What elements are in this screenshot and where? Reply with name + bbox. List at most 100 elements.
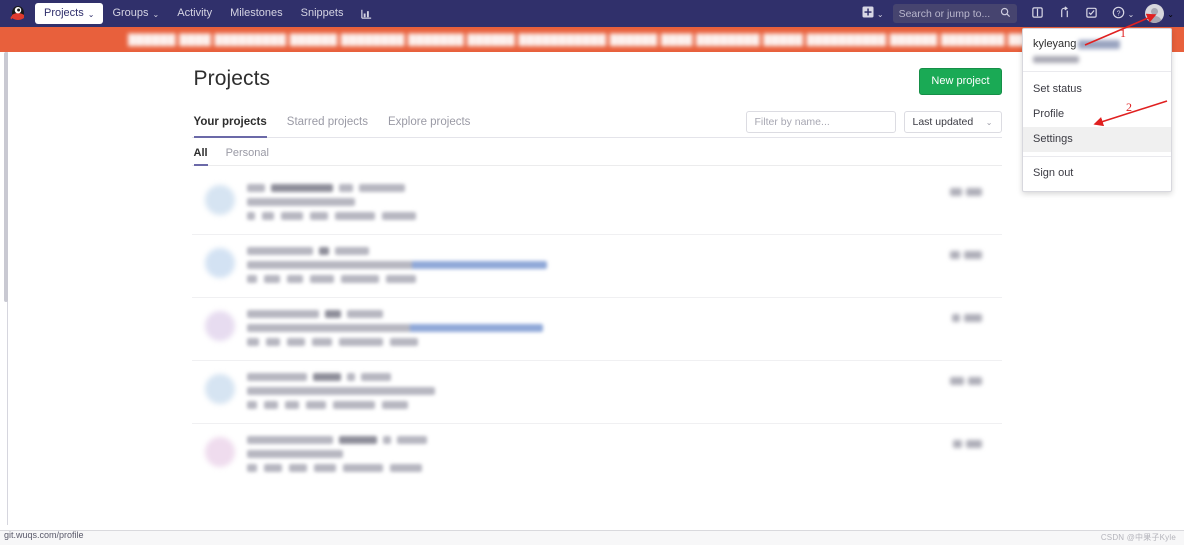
nav-item-groups-label: Groups: [112, 7, 149, 19]
project-meta-redacted: [246, 338, 1002, 346]
subtab-all[interactable]: All: [192, 147, 217, 166]
project-avatar: [204, 185, 235, 215]
nav-item-milestones[interactable]: Milestones: [221, 3, 292, 24]
status-bar-url: git.wuqs.com/profile: [4, 530, 84, 540]
project-info: [246, 435, 1002, 472]
project-meta-redacted: [246, 401, 1002, 409]
tab-starred-projects-label: Starred projects: [286, 116, 368, 128]
help-question-icon: ?: [1112, 6, 1125, 22]
project-subtabs: All Personal: [191, 140, 1002, 166]
tab-your-projects[interactable]: Your projects: [192, 116, 277, 138]
nav-item-activity-label: Activity: [177, 7, 213, 19]
issues-button[interactable]: [1024, 2, 1051, 26]
subtab-all-label: All: [193, 147, 208, 159]
browser-status-bar: git.wuqs.com/profile CSDN @中果子Kyle: [0, 530, 1184, 545]
nav-item-milestones-label: Milestones: [230, 7, 283, 19]
left-rail: [0, 52, 8, 525]
project-info: [246, 309, 1002, 346]
broadcast-banner-text: ██████ ████ █████████ ██████ ████████ ██…: [127, 33, 1057, 46]
project-list-item[interactable]: [191, 172, 1002, 235]
chevron-down-icon: ⌄: [876, 9, 884, 19]
sort-dropdown[interactable]: Last updated ⌄: [903, 111, 1002, 133]
project-info: [246, 246, 1002, 283]
search-placeholder: Search or jump to...: [898, 7, 991, 20]
chevron-down-icon: ⌄: [87, 9, 95, 19]
project-stats-redacted: [951, 314, 982, 322]
user-avatar-icon: [1145, 4, 1165, 23]
nav-item-snippets-label: Snippets: [300, 7, 344, 19]
tab-explore-projects[interactable]: Explore projects: [378, 116, 480, 137]
project-list-item[interactable]: [191, 298, 1002, 361]
navbar-right-actions: ⌄ Search or jump to... ? ⌄ ⌄: [855, 0, 1178, 27]
project-avatar: [204, 311, 235, 341]
merge-requests-button[interactable]: [1051, 2, 1078, 26]
project-stats-redacted: [949, 377, 982, 385]
project-description-redacted: [246, 324, 543, 332]
username-redacted: [1078, 39, 1121, 49]
project-meta-redacted: [246, 464, 1002, 472]
project-list-item[interactable]: [191, 361, 1002, 424]
nav-item-snippets[interactable]: Snippets: [292, 3, 353, 24]
help-button[interactable]: ? ⌄: [1105, 2, 1142, 26]
annotation-number-1: 1: [1120, 26, 1126, 40]
tab-your-projects-label: Your projects: [193, 116, 267, 128]
menu-item-settings[interactable]: Settings: [1023, 127, 1171, 152]
new-project-button[interactable]: New project: [919, 68, 1002, 95]
project-info: [246, 372, 1002, 409]
todos-button[interactable]: [1078, 2, 1105, 26]
tab-explore-projects-label: Explore projects: [387, 116, 471, 128]
search-input[interactable]: Search or jump to...: [892, 4, 1017, 23]
chevron-down-icon: ⌄: [1167, 9, 1174, 19]
project-title-redacted: [246, 373, 1002, 381]
nav-item-activity[interactable]: Activity: [168, 3, 221, 24]
merge-request-icon: [1058, 5, 1071, 22]
sort-value: Last updated: [912, 116, 974, 128]
project-description-redacted: [246, 198, 355, 206]
nav-item-projects[interactable]: Projects ⌄: [35, 3, 104, 24]
subtab-personal[interactable]: Personal: [217, 147, 278, 165]
project-description-redacted: [246, 450, 343, 458]
nav-item-projects-label: Projects: [44, 7, 84, 19]
chevron-down-icon: ⌄: [1127, 9, 1135, 19]
gitlab-custom-logo-icon[interactable]: [7, 3, 29, 25]
project-tabs: Your projects Starred projects Explore p…: [191, 109, 1002, 138]
project-list: [191, 172, 1002, 487]
page-title: Projects: [193, 67, 271, 90]
project-description-redacted: [246, 261, 547, 269]
project-info: [246, 183, 1002, 220]
filter-placeholder: Filter by name...: [754, 116, 830, 128]
watermark-text: CSDN @中果子Kyle: [1100, 533, 1176, 542]
project-meta-redacted: [246, 212, 1002, 220]
filter-by-name-input[interactable]: Filter by name...: [745, 111, 896, 133]
project-stats-redacted: [949, 188, 982, 196]
project-stats-redacted: [952, 440, 982, 448]
subtab-personal-label: Personal: [225, 147, 269, 159]
tab-starred-projects[interactable]: Starred projects: [277, 116, 378, 137]
user-menu-button[interactable]: ⌄: [1141, 2, 1178, 25]
new-dropdown-button[interactable]: ⌄: [855, 2, 891, 25]
page-header: Projects New project: [192, 66, 1002, 95]
analytics-chart-icon[interactable]: [352, 3, 381, 24]
divider: [1023, 156, 1171, 157]
issues-icon: [1031, 6, 1044, 22]
project-list-item[interactable]: [192, 424, 1002, 487]
svg-text:?: ?: [1116, 10, 1120, 17]
browser-page: Projects ⌄ Groups ⌄ Activity Milestones …: [0, 0, 1184, 545]
user-dropdown-menu: kyleyang Set status Profile Settings Sig…: [1022, 28, 1172, 192]
user-dropdown-items: Set status Profile Settings Sign out: [1023, 72, 1171, 191]
main-content: Projects New project Your projects Starr…: [9, 52, 1184, 525]
menu-item-set-status[interactable]: Set status: [1023, 77, 1171, 102]
search-icon: [1000, 5, 1011, 23]
project-title-redacted: [246, 184, 1002, 192]
nav-item-groups[interactable]: Groups ⌄: [103, 3, 168, 24]
annotation-number-2: 2: [1126, 100, 1132, 114]
project-list-item[interactable]: [191, 235, 1002, 298]
todos-checkmark-icon: [1085, 6, 1098, 22]
top-navbar: Projects ⌄ Groups ⌄ Activity Milestones …: [0, 0, 1184, 27]
menu-item-sign-out[interactable]: Sign out: [1023, 161, 1171, 186]
user-dropdown-header: kyleyang: [1023, 29, 1171, 72]
filter-controls: Filter by name... Last updated ⌄: [745, 111, 1002, 137]
project-meta-redacted: [246, 275, 1002, 283]
page-scrollbar[interactable]: [4, 52, 8, 302]
menu-item-profile[interactable]: Profile: [1023, 102, 1171, 127]
